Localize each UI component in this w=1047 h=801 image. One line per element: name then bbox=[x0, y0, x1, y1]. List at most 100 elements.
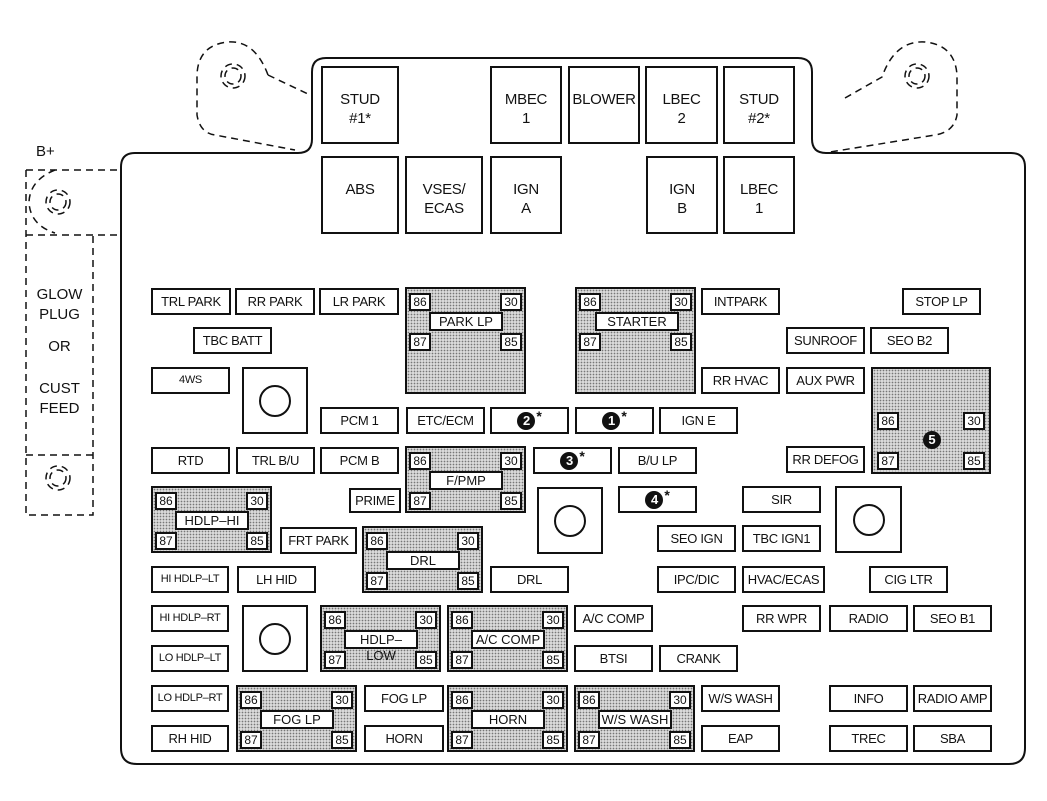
relay-drl[interactable]: 86 30 DRL 87 85 bbox=[362, 526, 483, 593]
pin-87: 87 bbox=[155, 532, 177, 550]
fuse-mbec-1[interactable]: MBEC 1 bbox=[490, 66, 562, 144]
pin-30: 30 bbox=[542, 691, 564, 709]
fuse-numbered-4[interactable]: 4 * bbox=[618, 486, 697, 513]
fuse-btsi[interactable]: BTSI bbox=[574, 645, 653, 672]
pin-87: 87 bbox=[877, 452, 899, 470]
fuse-radio[interactable]: RADIO bbox=[829, 605, 908, 632]
fuse-lo-hdlp-lt[interactable]: LO HDLP–LT bbox=[151, 645, 229, 672]
fuse-horn[interactable]: HORN bbox=[364, 725, 444, 752]
pin-85: 85 bbox=[670, 333, 692, 351]
fuse-fog-lp[interactable]: FOG LP bbox=[364, 685, 444, 712]
fuse-info[interactable]: INFO bbox=[829, 685, 908, 712]
pin-85: 85 bbox=[669, 731, 691, 749]
fuse-hvac-ecas[interactable]: HVAC/ECAS bbox=[742, 566, 825, 593]
relay-starter[interactable]: 86 30 STARTER 87 85 bbox=[575, 287, 696, 394]
pin-85: 85 bbox=[500, 492, 522, 510]
relay-label: FOG LP bbox=[260, 710, 334, 729]
glow-plug-label: GLOW PLUG OR CUST FEED bbox=[26, 285, 93, 419]
mounting-tab-right bbox=[829, 41, 958, 153]
fuse-cig-ltr[interactable]: CIG LTR bbox=[869, 566, 948, 593]
fuse-ac-comp[interactable]: A/C COMP bbox=[574, 605, 653, 632]
fuse-ign-a[interactable]: IGN A bbox=[490, 156, 562, 234]
fuse-rh-hid[interactable]: RH HID bbox=[151, 725, 229, 752]
pin-86: 86 bbox=[240, 691, 262, 709]
fuse-4ws[interactable]: 4WS bbox=[151, 367, 230, 394]
fuse-prime[interactable]: PRIME bbox=[349, 488, 401, 513]
fuse-drl[interactable]: DRL bbox=[490, 566, 569, 593]
fuse-rtd[interactable]: RTD bbox=[151, 447, 230, 474]
fuse-etc-ecm[interactable]: ETC/ECM bbox=[406, 407, 485, 434]
relay-ac-comp[interactable]: 86 30 A/C COMP 87 85 bbox=[447, 605, 568, 672]
fuse-lbec-2[interactable]: LBEC 2 bbox=[645, 66, 718, 144]
fuse-crank[interactable]: CRANK bbox=[659, 645, 738, 672]
fuse-numbered-2[interactable]: 2 * bbox=[490, 407, 569, 434]
pin-85: 85 bbox=[331, 731, 353, 749]
fuse-numbered-1[interactable]: 1 * bbox=[575, 407, 654, 434]
relay-hdlp-low[interactable]: 86 30 HDLP–LOW 87 85 bbox=[320, 605, 441, 672]
relay-label: A/C COMP bbox=[471, 630, 545, 649]
fuse-sunroof[interactable]: SUNROOF bbox=[786, 327, 865, 354]
fuse-vses-ecas[interactable]: VSES/ ECAS bbox=[405, 156, 483, 234]
fuse-stud-1[interactable]: STUD #1* bbox=[321, 66, 399, 144]
fuse-ipc-dic[interactable]: IPC/DIC bbox=[657, 566, 736, 593]
relay-socket-1 bbox=[242, 367, 308, 434]
pin-30: 30 bbox=[415, 611, 437, 629]
fuse-eap[interactable]: EAP bbox=[701, 725, 780, 752]
fuse-sba[interactable]: SBA bbox=[913, 725, 992, 752]
relay-hdlp-hi[interactable]: 86 30 HDLP–HI 87 85 bbox=[151, 486, 272, 553]
socket-hole-icon bbox=[852, 503, 885, 536]
fuse-pcm-1[interactable]: PCM 1 bbox=[320, 407, 399, 434]
fuse-hi-hdlp-rt[interactable]: HI HDLP–RT bbox=[151, 605, 229, 632]
fuse-lo-hdlp-rt[interactable]: LO HDLP–RT bbox=[151, 685, 229, 712]
fuse-trec[interactable]: TREC bbox=[829, 725, 908, 752]
fuse-rr-defog[interactable]: RR DEFOG bbox=[786, 446, 865, 473]
relay-numbered-5[interactable]: 86 30 5 87 85 bbox=[871, 367, 991, 474]
pin-30: 30 bbox=[457, 532, 479, 550]
fuse-ign-e[interactable]: IGN E bbox=[659, 407, 738, 434]
fuse-lbec-1[interactable]: LBEC 1 bbox=[723, 156, 795, 234]
fuse-stud-2[interactable]: STUD #2* bbox=[723, 66, 795, 144]
fuse-seo-b1[interactable]: SEO B1 bbox=[913, 605, 992, 632]
fuse-abs[interactable]: ABS bbox=[321, 156, 399, 234]
fuse-blower[interactable]: BLOWER bbox=[568, 66, 640, 144]
fuse-radio-amp[interactable]: RADIO AMP bbox=[913, 685, 992, 712]
fuse-lr-park[interactable]: LR PARK bbox=[319, 288, 399, 315]
pin-30: 30 bbox=[500, 452, 522, 470]
fuse-hi-hdlp-lt[interactable]: HI HDLP–LT bbox=[151, 566, 229, 593]
fuse-trl-park[interactable]: TRL PARK bbox=[151, 288, 231, 315]
relay-park-lp[interactable]: 86 30 PARK LP 87 85 bbox=[405, 287, 526, 394]
battery-positive-label: B+ bbox=[36, 143, 55, 160]
asterisk: * bbox=[621, 408, 627, 424]
fuse-trl-bu[interactable]: TRL B/U bbox=[236, 447, 315, 474]
fuse-bu-lp[interactable]: B/U LP bbox=[618, 447, 697, 474]
relay-horn[interactable]: 86 30 HORN 87 85 bbox=[447, 685, 568, 752]
fuse-tbc-batt[interactable]: TBC BATT bbox=[193, 327, 272, 354]
fuse-aux-pwr[interactable]: AUX PWR bbox=[786, 367, 865, 394]
fuse-ws-wash[interactable]: W/S WASH bbox=[701, 685, 780, 712]
fuse-ign-b[interactable]: IGN B bbox=[646, 156, 718, 234]
pin-87: 87 bbox=[409, 333, 431, 351]
fuse-lh-hid[interactable]: LH HID bbox=[237, 566, 316, 593]
fuse-rr-wpr[interactable]: RR WPR bbox=[742, 605, 821, 632]
relay-label: HORN bbox=[471, 710, 545, 729]
fuse-rr-park[interactable]: RR PARK bbox=[235, 288, 315, 315]
fuse-stop-lp[interactable]: STOP LP bbox=[902, 288, 981, 315]
relay-socket-2 bbox=[537, 487, 603, 554]
fuse-seo-b2[interactable]: SEO B2 bbox=[870, 327, 949, 354]
fuse-rr-hvac[interactable]: RR HVAC bbox=[701, 367, 780, 394]
relay-fog-lp[interactable]: 86 30 FOG LP 87 85 bbox=[236, 685, 357, 752]
fuse-pcm-b[interactable]: PCM B bbox=[320, 447, 399, 474]
fuse-tbc-ign1[interactable]: TBC IGN1 bbox=[742, 525, 821, 552]
fuse-frt-park[interactable]: FRT PARK bbox=[280, 527, 357, 554]
pin-87: 87 bbox=[578, 731, 600, 749]
socket-hole-icon bbox=[554, 504, 586, 537]
relay-number-label: 5 bbox=[923, 431, 941, 449]
relay-ws-wash[interactable]: 86 30 W/S WASH 87 85 bbox=[574, 685, 695, 752]
fuse-numbered-3[interactable]: 3 * bbox=[533, 447, 612, 474]
fuse-intpark[interactable]: INTPARK bbox=[701, 288, 780, 315]
relay-f-pmp[interactable]: 86 30 F/PMP 87 85 bbox=[405, 446, 526, 513]
fuse-sir[interactable]: SIR bbox=[742, 486, 821, 513]
socket-hole-icon bbox=[259, 384, 291, 417]
relay-label: DRL bbox=[386, 551, 460, 570]
fuse-seo-ign[interactable]: SEO IGN bbox=[657, 525, 736, 552]
